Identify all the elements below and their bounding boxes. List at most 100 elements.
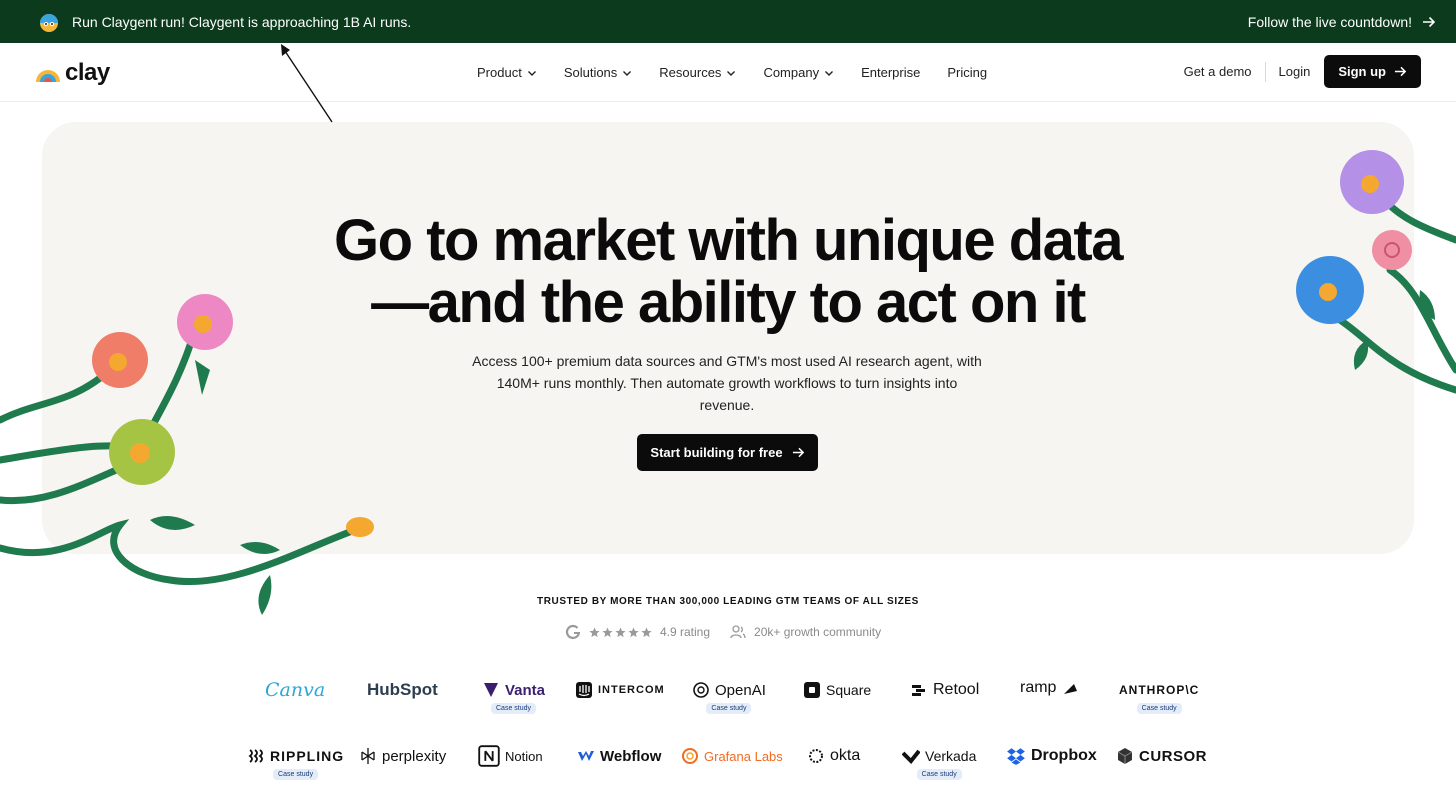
rippling-icon <box>248 749 263 763</box>
nav-label: Resources <box>659 65 722 80</box>
square-icon <box>804 682 820 698</box>
arrow-right-icon <box>792 447 804 458</box>
logo-vanta[interactable]: Vanta Case study <box>482 678 545 714</box>
header-divider <box>1264 61 1266 82</box>
nav-label: Solutions <box>563 65 618 80</box>
announcement-left: Run Claygent run! Claygent is approachin… <box>36 11 411 33</box>
logo-label: Canva <box>265 679 326 701</box>
nav-product[interactable]: Product <box>477 65 537 80</box>
cursor-icon <box>1117 748 1133 764</box>
nav-resources[interactable]: Resources <box>659 65 736 80</box>
logo-label: Webflow <box>600 747 662 765</box>
logo-label: RIPPLING <box>270 748 345 764</box>
signup-button[interactable]: Sign up <box>1324 55 1421 88</box>
main-nav: Product Solutions Resources Company Ente… <box>477 43 1014 102</box>
logo-label: Retool <box>933 681 980 698</box>
signup-label: Sign up <box>1338 64 1386 79</box>
verkada-icon <box>902 749 920 764</box>
logo-canva: Canva <box>265 678 325 702</box>
case-study-badge: Case study <box>916 769 962 780</box>
g2-logo-icon <box>565 624 581 640</box>
clay-logo[interactable]: clay <box>34 59 110 87</box>
nav-company[interactable]: Company <box>763 65 834 80</box>
site-header: clay Product Solutions Resources Company… <box>0 43 1456 102</box>
rating-stars <box>589 626 652 638</box>
nav-enterprise[interactable]: Enterprise <box>861 65 920 80</box>
arrow-right-icon <box>1394 66 1407 77</box>
logo-label: ramp <box>1020 679 1057 696</box>
chevron-down-icon <box>527 70 536 76</box>
logo-label: ANTHROP\C <box>1119 683 1200 697</box>
logo-dropbox: Dropbox <box>1006 744 1097 768</box>
logo-hubspot: HubSpot <box>367 678 438 702</box>
announcement-text: Run Claygent run! Claygent is approachin… <box>72 13 412 30</box>
ratings-row: 4.9 rating 20k+ growth community <box>565 624 881 640</box>
nav-pricing[interactable]: Pricing <box>947 65 987 80</box>
nav-label: Company <box>763 65 820 80</box>
notion-icon <box>478 745 500 767</box>
case-study-badge: Case study <box>1136 703 1182 714</box>
nav-label: Pricing <box>947 65 988 80</box>
logo-retool: Retool <box>910 678 979 702</box>
star-icon <box>602 626 613 637</box>
logo-label: Grafana Labs <box>704 748 783 764</box>
logo-ramp: ramp <box>1020 676 1079 700</box>
arrow-right-icon <box>1423 16 1436 27</box>
case-study-badge: Case study <box>706 703 752 714</box>
community-icon <box>730 625 746 639</box>
logo-openai[interactable]: OpenAI Case study <box>692 678 766 714</box>
claygent-mascot-icon <box>40 13 58 32</box>
logo-anthropic[interactable]: ANTHROP\C Case study <box>1119 678 1199 714</box>
clay-rainbow-icon <box>36 70 60 82</box>
logo-webflow: Webflow <box>577 744 661 768</box>
logo-label: INTERCOM <box>598 684 665 696</box>
star-icon <box>615 626 626 637</box>
openai-icon <box>693 682 709 698</box>
nav-solutions[interactable]: Solutions <box>564 65 632 80</box>
community-text: 20k+ growth community <box>754 625 882 639</box>
dropbox-icon <box>1007 748 1025 765</box>
grafana-icon <box>682 748 698 764</box>
start-building-label: Start building for free <box>650 445 783 460</box>
login-link[interactable]: Login <box>1279 64 1311 79</box>
ramp-icon <box>1064 684 1078 694</box>
logo-label: CURSOR <box>1139 747 1208 765</box>
retool-icon <box>912 685 925 696</box>
case-study-badge: Case study <box>273 769 319 780</box>
logo-label: Verkada <box>925 748 977 764</box>
countdown-link[interactable]: Follow the live countdown! <box>1248 14 1436 30</box>
nav-label: Enterprise <box>861 65 921 80</box>
logo-grafana: Grafana Labs <box>681 744 783 768</box>
hero-title: Go to market with unique data —and the a… <box>42 210 1414 334</box>
logo-cursor: CURSOR <box>1116 744 1207 768</box>
star-icon <box>641 626 652 637</box>
case-study-badge: Case study <box>491 703 537 714</box>
logo-square: Square <box>803 678 871 702</box>
logo-perplexity: perplexity <box>359 744 446 768</box>
rating-text: 4.9 rating <box>660 625 711 639</box>
announcement-bar: Run Claygent run! Claygent is approachin… <box>0 0 1456 43</box>
star-icon <box>628 626 639 637</box>
logo-label: perplexity <box>382 747 447 765</box>
hero-subtitle: Access 100+ premium data sources and GTM… <box>472 353 982 413</box>
logo-intercom: INTERCOM <box>575 678 665 702</box>
webflow-icon <box>578 751 594 761</box>
logo-rippling[interactable]: RIPPLING Case study <box>247 744 344 780</box>
star-icon <box>589 626 600 637</box>
logo-label: Notion <box>505 748 543 764</box>
start-building-button[interactable]: Start building for free <box>637 434 818 471</box>
logo-label: OpenAI <box>715 681 766 699</box>
logo-label: okta <box>830 747 861 764</box>
logo-verkada[interactable]: Verkada Case study <box>902 744 976 780</box>
logo-okta: okta <box>807 744 860 768</box>
countdown-link-label: Follow the live countdown! <box>1247 13 1412 30</box>
logo-label: Square <box>826 682 872 698</box>
brand-name: clay <box>65 59 110 86</box>
get-demo-link[interactable]: Get a demo <box>1184 64 1252 79</box>
hero-title-line-1: Go to market with unique data <box>334 208 1123 273</box>
logo-label: HubSpot <box>367 680 438 699</box>
chevron-down-icon <box>825 70 834 76</box>
chevron-down-icon <box>727 70 736 76</box>
intercom-icon <box>576 682 592 698</box>
okta-icon <box>809 749 823 763</box>
